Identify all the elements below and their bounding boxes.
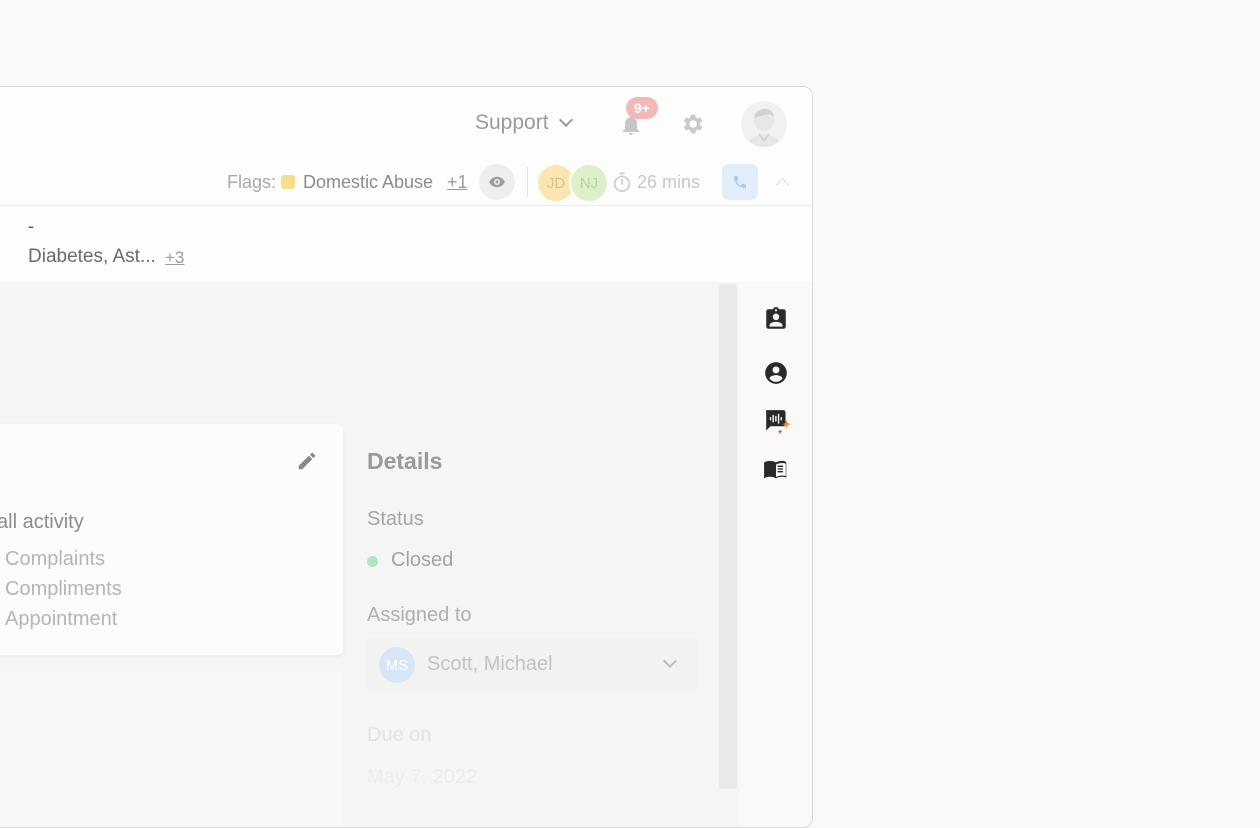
scrollbar[interactable] [719,284,737,789]
assignment-ind-icon[interactable] [763,306,789,332]
call-button[interactable] [722,164,758,200]
org-select[interactable]: Support [475,111,573,135]
due-value: May 7, 2022 [367,766,478,788]
status-label: Status [367,508,424,530]
app-window: Support 9+ Flags: Domestic Abuse +1 JD N… [0,86,813,828]
case-flag-bar: Flags: Domestic Abuse +1 JD NJ 26 mins [0,159,812,206]
assigned-label: Assigned to [367,604,472,626]
call-timer: 26 mins [637,172,701,192]
case-content: all activity Complaints Compliments Appo… [0,282,739,827]
view-button[interactable] [479,164,515,200]
list-item-label: Compliments [5,577,122,600]
status-value: Closed [391,549,454,571]
top-bar: Support 9+ [0,87,812,160]
list-item-label: Appointment [5,607,118,630]
details-title: Details [367,448,443,474]
menu-book-icon[interactable] [763,456,789,482]
flags-label: Flags: [227,172,277,192]
flag-color-swatch [281,175,295,189]
due-label: Due on [367,724,432,746]
stopwatch-icon [613,172,631,193]
org-select-label: Support [475,111,549,134]
notification-badge: 9+ [626,97,658,119]
card-heading: all activity [0,511,84,533]
assignee-select[interactable]: MS Scott, Michael [367,638,697,692]
chevron-down-icon [662,653,678,669]
activity-list: Complaints Compliments Appointment [0,544,122,634]
participant-avatar[interactable]: NJ [569,163,609,203]
list-item: Complaints [0,544,122,574]
account-circle-icon[interactable] [763,360,789,386]
gear-icon[interactable] [679,111,705,137]
patient-info-row: - . Diabetes, Ast... +3 [0,206,812,282]
divider [527,167,528,197]
phone-icon [734,176,746,188]
assignee-name: Scott, Michael [427,653,553,675]
right-icon-rail [739,282,812,827]
eye-icon [489,176,505,188]
activity-card: all activity Complaints Compliments Appo… [0,424,343,655]
list-item: Appointment [0,604,122,634]
list-item: Compliments [0,574,122,604]
flags-more-link[interactable]: +1 [447,172,468,193]
info-value: - [28,216,34,236]
assignee-avatar: MS [379,647,415,683]
chevron-down-icon [558,112,573,128]
voice-chat-ai-icon[interactable] [763,408,793,438]
flag-name: Domestic Abuse [303,172,434,192]
secondary-card [0,672,343,827]
edit-pencil-icon[interactable] [296,450,318,472]
user-avatar[interactable] [741,101,787,147]
collapse-chevron-icon[interactable] [776,178,789,191]
truncated-label: . [0,248,1,264]
conditions-value: Diabetes, Ast... [28,246,156,267]
status-indicator [367,556,378,567]
conditions-more-link[interactable]: +3 [165,248,184,268]
list-item-label: Complaints [5,547,106,570]
person-avatar-icon [747,109,781,147]
